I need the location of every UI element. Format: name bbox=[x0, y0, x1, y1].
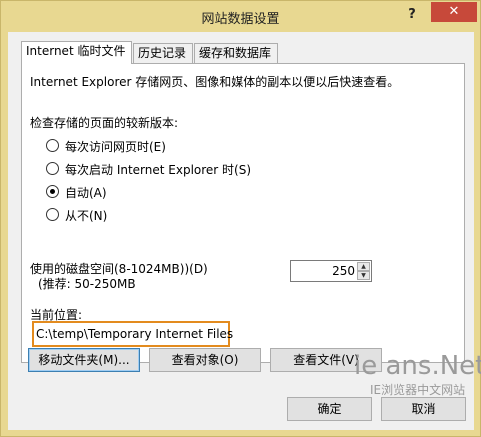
radio-button-selected[interactable] bbox=[46, 185, 59, 198]
tab-temporary-files[interactable]: Internet 临时文件 bbox=[21, 41, 132, 64]
tab-cache-databases[interactable]: 缓存和数据库 bbox=[194, 43, 278, 63]
disk-space-value[interactable]: 250 bbox=[291, 264, 355, 278]
location-highlight: C:\temp\Temporary Internet Files bbox=[32, 321, 234, 347]
ok-button[interactable]: 确定 bbox=[287, 397, 372, 421]
watermark-logo: ie ans.Net bbox=[354, 351, 481, 381]
radio-button[interactable] bbox=[46, 208, 59, 221]
cancel-button[interactable]: 取消 bbox=[381, 397, 466, 421]
radio-button[interactable] bbox=[46, 162, 59, 175]
radio-label: 每次访问网页时(E) bbox=[65, 140, 166, 154]
view-objects-button[interactable]: 查看对象(O) bbox=[149, 348, 261, 372]
stepper-up-arrow-icon[interactable]: ▲ bbox=[357, 262, 370, 271]
radio-label: 自动(A) bbox=[65, 186, 107, 200]
radio-label: 从不(N) bbox=[65, 209, 108, 223]
description-text: Internet Explorer 存储网页、图像和媒体的副本以便以后快速查看。 bbox=[30, 75, 400, 89]
stepper-down-arrow-icon[interactable]: ▼ bbox=[357, 271, 370, 280]
tab-panel: Internet Explorer 存储网页、图像和媒体的副本以便以后快速查看。… bbox=[21, 63, 465, 363]
tab-history[interactable]: 历史记录 bbox=[133, 43, 193, 63]
disk-space-stepper[interactable]: 250 ▲ ▼ bbox=[290, 260, 372, 282]
close-button[interactable]: ✕ bbox=[431, 2, 477, 22]
location-path: C:\temp\Temporary Internet Files bbox=[36, 327, 234, 341]
watermark-subtitle: IE浏览器中文网站 bbox=[370, 383, 466, 397]
title-bar: 网站数据设置 ? ✕ bbox=[1, 1, 480, 32]
help-button[interactable]: ? bbox=[401, 5, 423, 25]
check-label: 检查存储的页面的较新版本: bbox=[30, 116, 179, 130]
close-icon: ✕ bbox=[448, 4, 460, 19]
move-folder-button[interactable]: 移动文件夹(M)... bbox=[28, 348, 140, 372]
radio-button[interactable] bbox=[46, 139, 59, 152]
disk-space-hint: (推荐: 50-250MB bbox=[38, 277, 136, 291]
radio-label: 每次启动 Internet Explorer 时(S) bbox=[65, 163, 252, 177]
dialog-client: Internet 临时文件 历史记录 缓存和数据库 Internet Explo… bbox=[8, 32, 481, 430]
dialog-window: 网站数据设置 ? ✕ Internet 临时文件 历史记录 缓存和数据库 Int… bbox=[0, 0, 481, 437]
